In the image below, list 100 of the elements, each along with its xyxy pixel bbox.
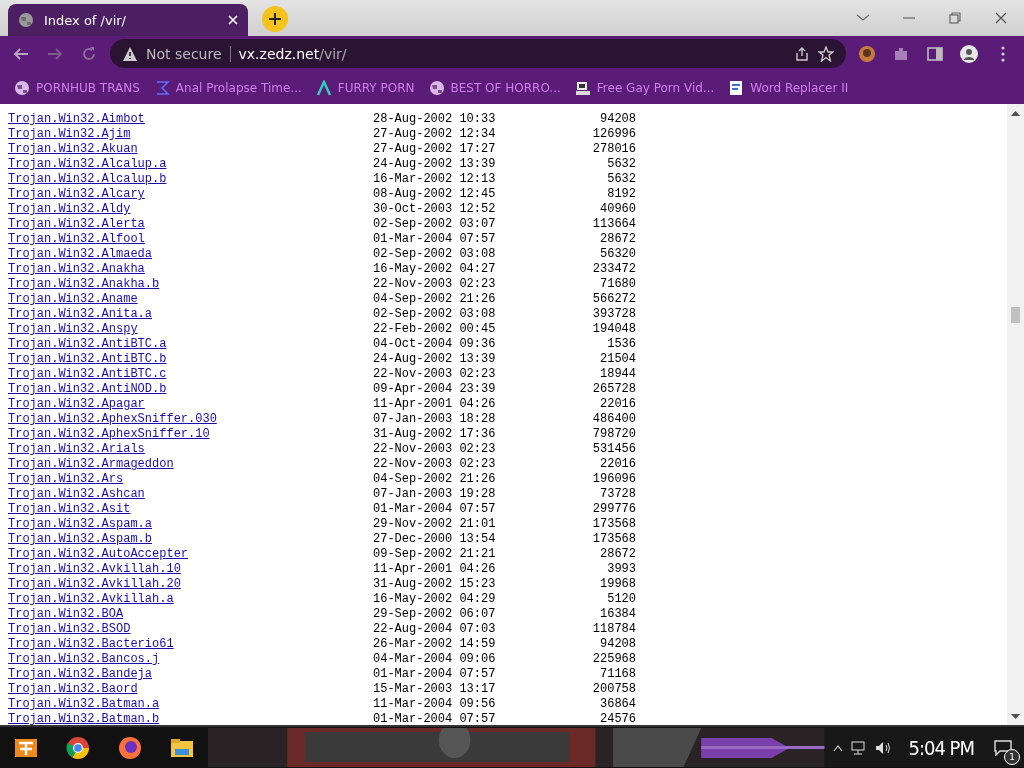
file-link[interactable]: Trojan.Win32.Avkillah.a [8,592,174,606]
file-size: 40960 [600,202,636,216]
file-size: 28672 [600,547,636,561]
file-link[interactable]: Trojan.Win32.Batman.b [8,712,160,725]
file-link[interactable]: Trojan.Win32.AphexSniffer.10 [8,427,210,441]
bookmark[interactable]: PORNHUB TRANS [8,76,146,99]
file-link[interactable]: Trojan.Win32.Aspam.b [8,532,153,546]
file-link[interactable]: Trojan.Win32.BSOD [8,622,131,636]
file-link[interactable]: Trojan.Win32.Anspy [8,322,138,336]
file-link[interactable]: Trojan.Win32.Ashcan [8,487,145,501]
file-link[interactable]: Trojan.Win32.Asit [8,502,131,516]
bookmark[interactable]: Word Replacer II [722,76,855,99]
file-link[interactable]: Trojan.Win32.Akuan [8,142,138,156]
file-link[interactable]: Trojan.Win32.AphexSniffer.030 [8,412,217,426]
scroll-up-icon[interactable] [1011,109,1020,116]
file-date: 01-Mar-2004 07:57 [373,712,496,725]
file-size: 28672 [600,232,636,246]
file-date: 29-Sep-2002 06:07 [373,607,496,621]
restore-icon[interactable] [948,11,962,25]
file-link[interactable]: Trojan.Win32.Anita.a [8,307,153,321]
file-link[interactable]: Trojan.Win32.Aimbot [8,112,145,126]
file-link[interactable]: Trojan.Win32.Alcalup.b [8,172,167,186]
file-date: 24-Aug-2002 13:39 [373,157,496,171]
side-panel-icon[interactable] [926,44,944,63]
file-date: 11-Mar-2004 09:56 [373,697,496,711]
file-link[interactable]: Trojan.Win32.AutoAccepter [8,547,189,561]
file-link[interactable]: Trojan.Win32.Ajim [8,127,131,141]
file-link[interactable]: Trojan.Win32.Almaeda [8,247,153,261]
file-size: 265728 [592,382,636,396]
network-icon[interactable] [850,740,867,755]
address-bar[interactable]: Not secure vx.zedz.net/vir/ [110,39,846,68]
chevron-up-icon[interactable] [832,743,843,752]
file-link[interactable]: Trojan.Win32.Bacterio61 [8,637,174,651]
file-size: 126996 [592,127,636,141]
browser-tab[interactable]: Index of /vir/ [8,4,248,36]
bookmark[interactable]: Anal Prolapse Time... [147,76,308,99]
file-link[interactable]: Trojan.Win32.AntiBTC.a [8,337,167,351]
file-link[interactable]: Trojan.Win32.Bandeja [8,667,153,681]
file-link[interactable]: Trojan.Win32.AntiBTC.c [8,367,167,381]
file-link[interactable]: Trojan.Win32.Batman.a [8,697,160,711]
file-size: 22016 [600,397,636,411]
file-link[interactable]: Trojan.Win32.Alcalup.a [8,157,167,171]
volume-icon[interactable] [874,740,893,755]
file-link[interactable]: Trojan.Win32.AntiBTC.b [8,352,167,366]
plus-icon [269,13,281,25]
file-size: 8192 [607,187,636,201]
file-link[interactable]: Trojan.Win32.Avkillah.10 [8,562,181,576]
file-size: 531456 [592,442,636,456]
file-size: 21504 [600,352,636,366]
lambda-icon [315,79,332,96]
file-link[interactable]: Trojan.Win32.Aldy [8,202,131,216]
avatar-icon[interactable] [858,44,876,63]
file-size: 566272 [592,292,636,306]
file-link[interactable]: Trojan.Win32.Baord [8,682,138,696]
scrollbar[interactable] [1007,104,1024,725]
star-icon[interactable] [818,45,834,62]
file-link[interactable]: Trojan.Win32.Aname [8,292,138,306]
file-size: 56320 [600,247,636,261]
file-link[interactable]: Trojan.Win32.Anakha.b [8,277,160,291]
file-size: 225968 [592,652,636,666]
bookmark[interactable]: Free Gay Porn Vid... [568,76,721,99]
file-size: 73728 [600,487,636,501]
file-link[interactable]: Trojan.Win32.Alerta [8,217,145,231]
file-link[interactable]: Trojan.Win32.Alfool [8,232,145,246]
file-link[interactable]: Trojan.Win32.AntiNOD.b [8,382,167,396]
file-link[interactable]: Trojan.Win32.Aspam.a [8,517,153,531]
clock[interactable]: 5:04 PM [900,735,982,760]
reload-icon[interactable] [80,44,98,63]
file-link[interactable]: Trojan.Win32.Bancos.j [8,652,160,666]
file-date: 29-Nov-2002 21:01 [373,517,496,531]
file-link[interactable]: Trojan.Win32.Apagar [8,397,145,411]
file-link[interactable]: Trojan.Win32.Armageddon [8,457,174,471]
file-date: 22-Nov-2003 02:23 [373,367,496,381]
file-date: 01-Mar-2004 07:57 [373,502,496,516]
scroll-thumb[interactable] [1011,307,1020,323]
file-link[interactable]: Trojan.Win32.Alcary [8,187,145,201]
file-date: 01-Mar-2004 07:57 [373,667,496,681]
share-icon[interactable] [794,45,810,62]
profile-icon[interactable] [960,44,978,63]
file-link[interactable]: Trojan.Win32.BOA [8,607,124,621]
file-link[interactable]: Trojan.Win32.Ars [8,472,124,486]
bookmark[interactable]: BEST OF HORRO... [422,76,567,99]
file-date: 11-Apr-2001 04:26 [373,562,496,576]
file-size: 200758 [592,682,636,696]
file-date: 22-Nov-2003 02:23 [373,457,496,471]
file-link[interactable]: Trojan.Win32.Arials [8,442,145,456]
scroll-down-icon[interactable] [1011,713,1020,720]
file-size: 94208 [600,112,636,126]
file-size: 16384 [600,607,636,621]
file-link[interactable]: Trojan.Win32.Avkillah.20 [8,577,181,591]
notification-icon[interactable] [994,739,1012,756]
file-link[interactable]: Trojan.Win32.Anakha [8,262,145,276]
file-date: 27-Aug-2002 12:34 [373,127,496,141]
file-size: 393728 [592,307,636,321]
firefox-icon[interactable] [117,734,143,761]
new-tab-button[interactable] [262,6,288,32]
bookmark[interactable]: FURRY PORN [309,76,421,99]
close-icon[interactable] [994,11,1008,25]
file-size: 5632 [607,157,636,171]
chrome-icon[interactable] [65,734,91,761]
